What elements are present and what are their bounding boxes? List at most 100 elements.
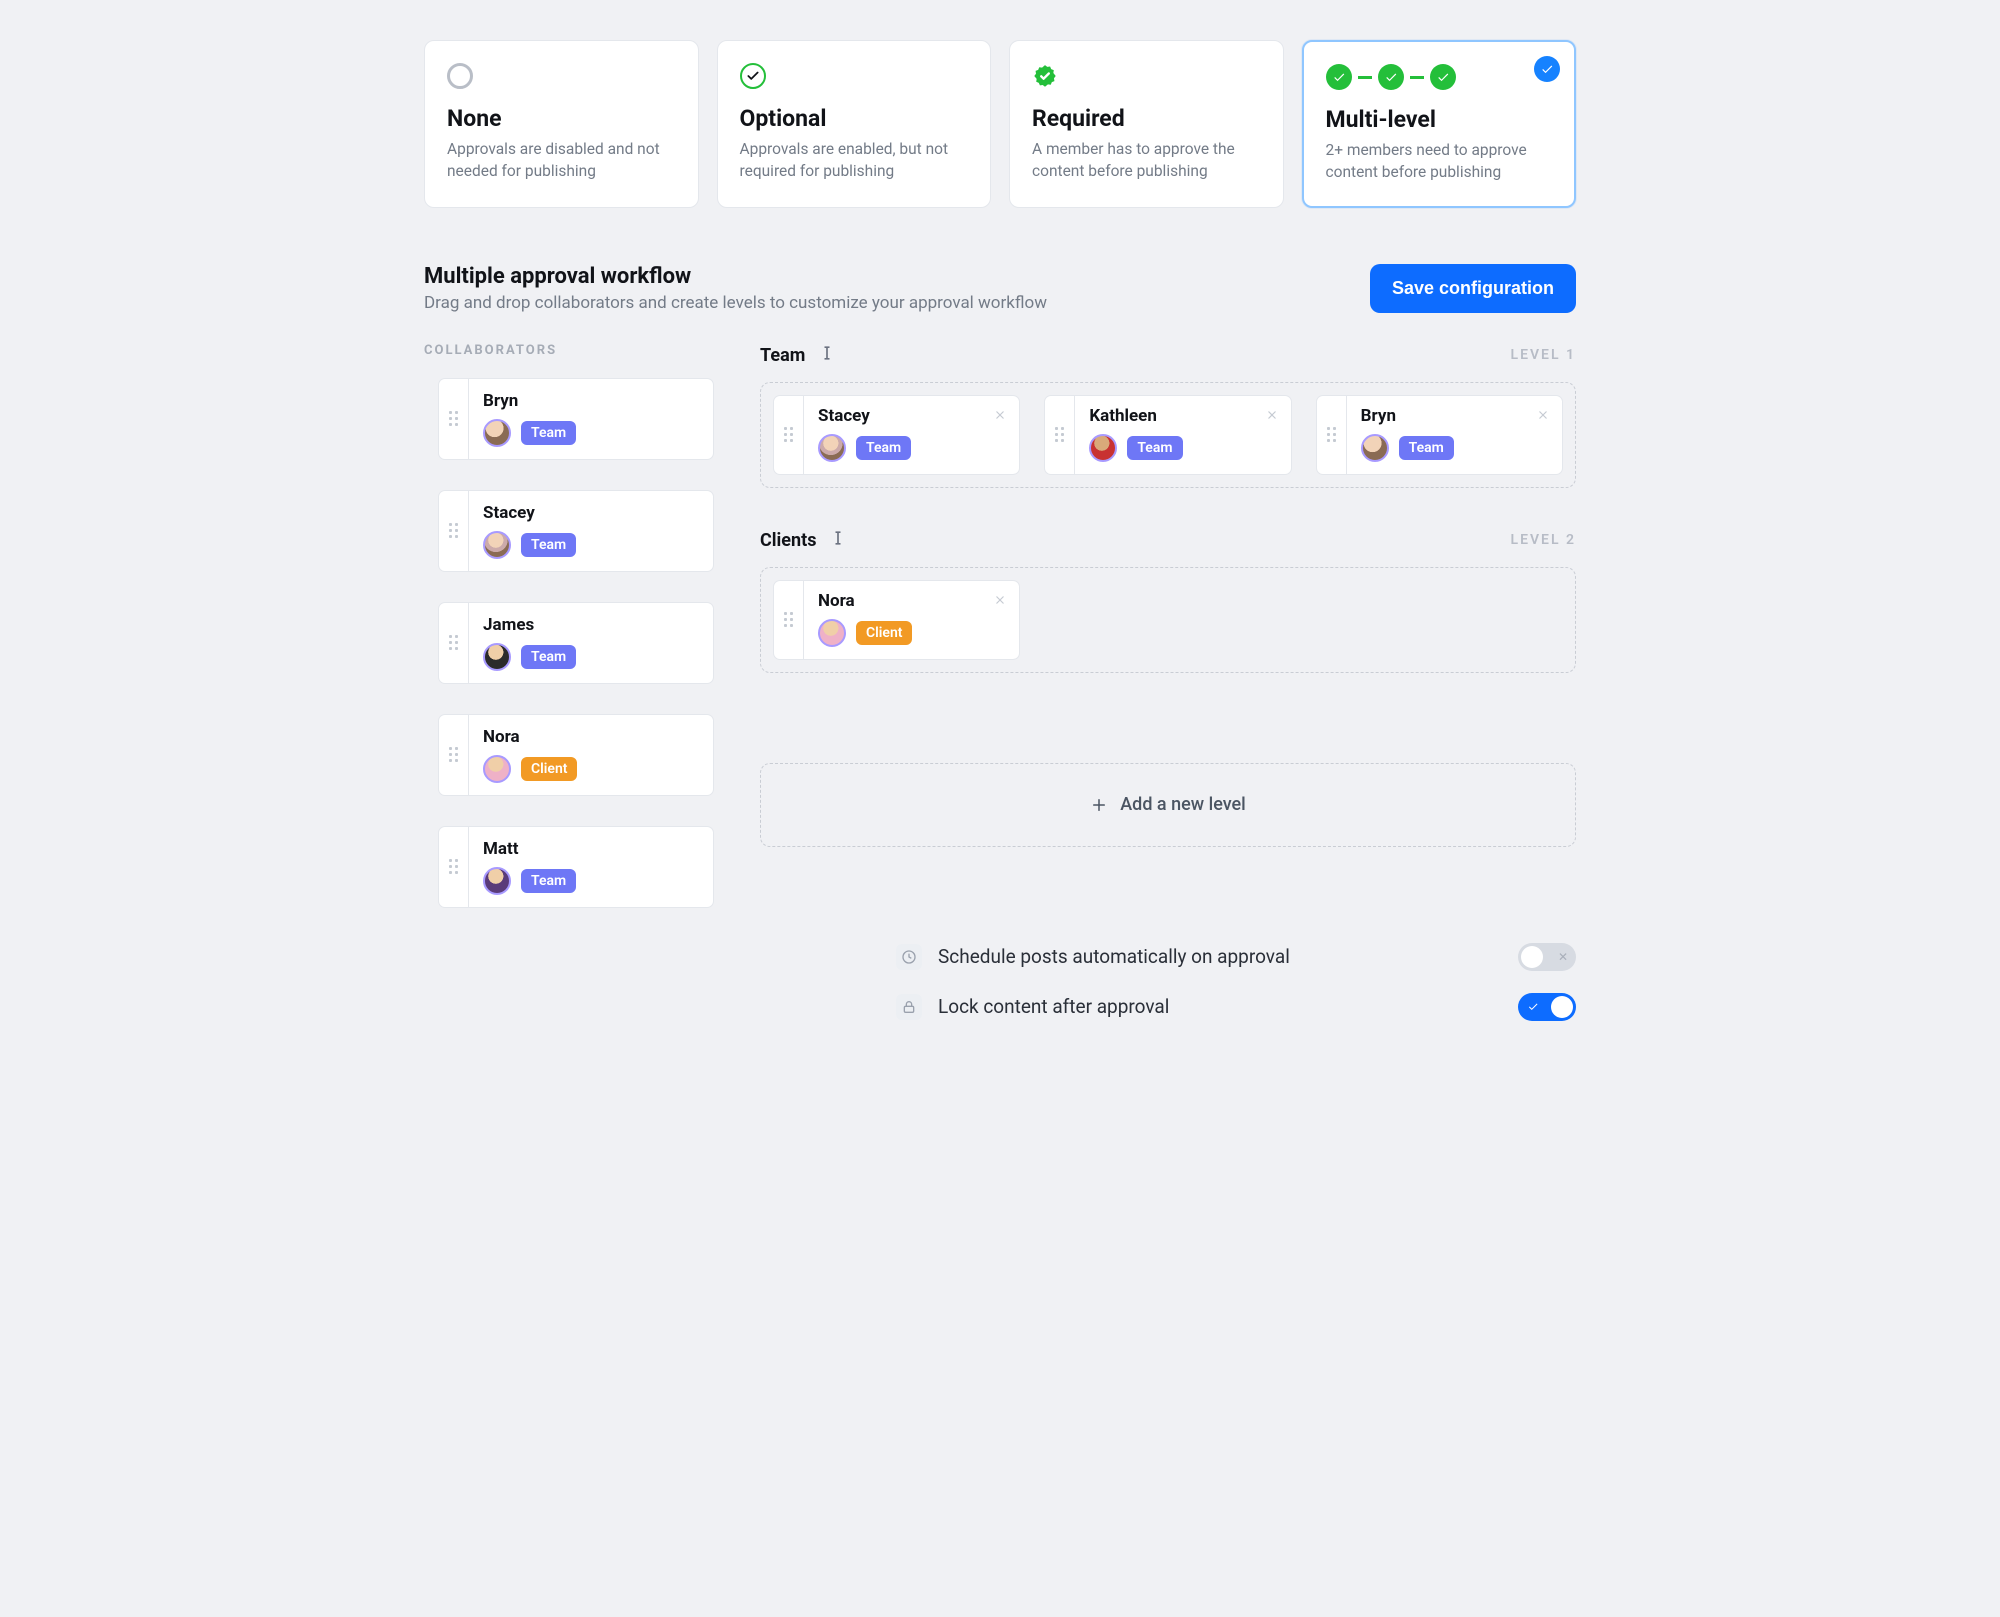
member-name: Stacey [818,406,1005,426]
selected-badge-icon [1534,56,1560,82]
add-new-level-button[interactable]: Add a new level [760,763,1576,847]
workflow-title: Multiple approval workflow [424,264,1047,289]
avatar [483,419,511,447]
member-name: Bryn [1361,406,1548,426]
level-number-label: LEVEL 1 [1511,347,1577,363]
member-name: Kathleen [1089,406,1276,426]
level-title: Team [760,345,805,366]
page: None Approvals are disabled and not neede… [400,0,1600,1081]
workflow-settings: Schedule posts automatically on approval… [760,943,1576,1021]
role-chip: Client [521,757,577,781]
check-circle-icon [1326,64,1352,90]
option-title: Optional [740,105,969,132]
drag-handle-icon[interactable] [1317,396,1347,474]
remove-member-button[interactable] [989,589,1011,614]
collaborator-card[interactable]: James Team [438,602,714,684]
option-title: None [447,105,676,132]
approval-option-optional[interactable]: Optional Approvals are enabled, but not r… [717,40,992,208]
check-seal-icon [1032,63,1058,89]
role-chip: Team [521,869,576,893]
add-new-level-label: Add a new level [1120,794,1246,815]
rename-level-icon[interactable] [817,343,837,368]
lock-icon [896,994,922,1020]
drag-handle-icon[interactable] [439,491,469,571]
collaborator-name: James [483,615,699,635]
workflow-subtitle: Drag and drop collaborators and create l… [424,293,1047,313]
option-description: Approvals are disabled and not needed fo… [447,138,676,183]
check-outline-icon [740,63,766,89]
approval-option-multi[interactable]: Multi-level 2+ members need to approve co… [1302,40,1577,208]
lock-toggle[interactable] [1518,993,1576,1021]
level-dropzone[interactable]: Stacey Team Kathleen Team Bryn Team [760,382,1576,488]
option-description: 2+ members need to approve content befor… [1326,139,1553,184]
rename-level-icon[interactable] [828,528,848,553]
avatar [818,619,846,647]
avatar [483,531,511,559]
collaborators-panel: COLLABORATORS Bryn Team Stacey Team James Tea… [424,343,714,908]
empty-circle-icon [447,63,473,89]
level-title: Clients [760,530,816,551]
role-chip: Client [856,621,912,645]
drag-handle-icon[interactable] [439,379,469,459]
collaborator-name: Stacey [483,503,699,523]
level-member-card[interactable]: Kathleen Team [1044,395,1291,475]
drag-handle-icon[interactable] [439,603,469,683]
setting-schedule-on-approval: Schedule posts automatically on approval… [896,943,1576,971]
role-chip: Team [521,533,576,557]
drag-handle-icon[interactable] [774,396,804,474]
option-title: Multi-level [1326,106,1553,133]
approval-mode-options: None Approvals are disabled and not neede… [424,40,1576,208]
collaborator-card[interactable]: Stacey Team [438,490,714,572]
approval-option-none[interactable]: None Approvals are disabled and not neede… [424,40,699,208]
approval-level: Clients LEVEL 2 Nora Client [760,528,1576,673]
level-dropzone[interactable]: Nora Client [760,567,1576,673]
level-number-label: LEVEL 2 [1511,532,1577,548]
member-name: Nora [818,591,1005,611]
clock-icon [896,944,922,970]
drag-handle-icon[interactable] [1045,396,1075,474]
collaborator-card[interactable]: Bryn Team [438,378,714,460]
avatar [483,755,511,783]
level-member-card[interactable]: Bryn Team [1316,395,1563,475]
drag-handle-icon[interactable] [439,715,469,795]
avatar [483,643,511,671]
avatar [1089,434,1117,462]
collaborator-name: Bryn [483,391,699,411]
avatar [1361,434,1389,462]
drag-handle-icon[interactable] [439,827,469,907]
drag-handle-icon[interactable] [774,581,804,659]
collaborator-card[interactable]: Nora Client [438,714,714,796]
approval-level: Team LEVEL 1 Stacey Team Kathleen Team Bryn Tea… [760,343,1576,488]
workflow-workspace: COLLABORATORS Bryn Team Stacey Team James Tea… [424,343,1576,1021]
schedule-setting-label: Schedule posts automatically on approval [938,945,1290,968]
option-title: Required [1032,105,1261,132]
remove-member-button[interactable] [989,404,1011,429]
lock-setting-label: Lock content after approval [938,995,1169,1018]
level-member-card[interactable]: Stacey Team [773,395,1020,475]
collaborator-card[interactable]: Matt Team [438,826,714,908]
levels-panel: Team LEVEL 1 Stacey Team Kathleen Team Bryn Tea… [760,343,1576,1021]
level-member-card[interactable]: Nora Client [773,580,1020,660]
setting-lock-after-approval: Lock content after approval [896,993,1576,1021]
workflow-section-text: Multiple approval workflow Drag and drop… [424,264,1047,313]
workflow-section-header: Multiple approval workflow Drag and drop… [424,264,1576,313]
role-chip: Team [521,645,576,669]
schedule-toggle[interactable]: ✕ [1518,943,1576,971]
avatar [483,867,511,895]
role-chip: Team [521,421,576,445]
collaborators-list: Bryn Team Stacey Team James Team Nora Client Mat… [424,378,714,908]
collaborator-name: Nora [483,727,699,747]
collaborator-name: Matt [483,839,699,859]
role-chip: Team [1399,436,1454,460]
approval-option-required[interactable]: Required A member has to approve the cont… [1009,40,1284,208]
check-circle-icon [1378,64,1404,90]
check-circle-icon [1430,64,1456,90]
role-chip: Team [1127,436,1182,460]
collaborators-heading: COLLABORATORS [424,343,714,358]
option-description: A member has to approve the content befo… [1032,138,1261,183]
option-description: Approvals are enabled, but not required … [740,138,969,183]
remove-member-button[interactable] [1261,404,1283,429]
remove-member-button[interactable] [1532,404,1554,429]
save-configuration-button[interactable]: Save configuration [1370,264,1576,313]
role-chip: Team [856,436,911,460]
